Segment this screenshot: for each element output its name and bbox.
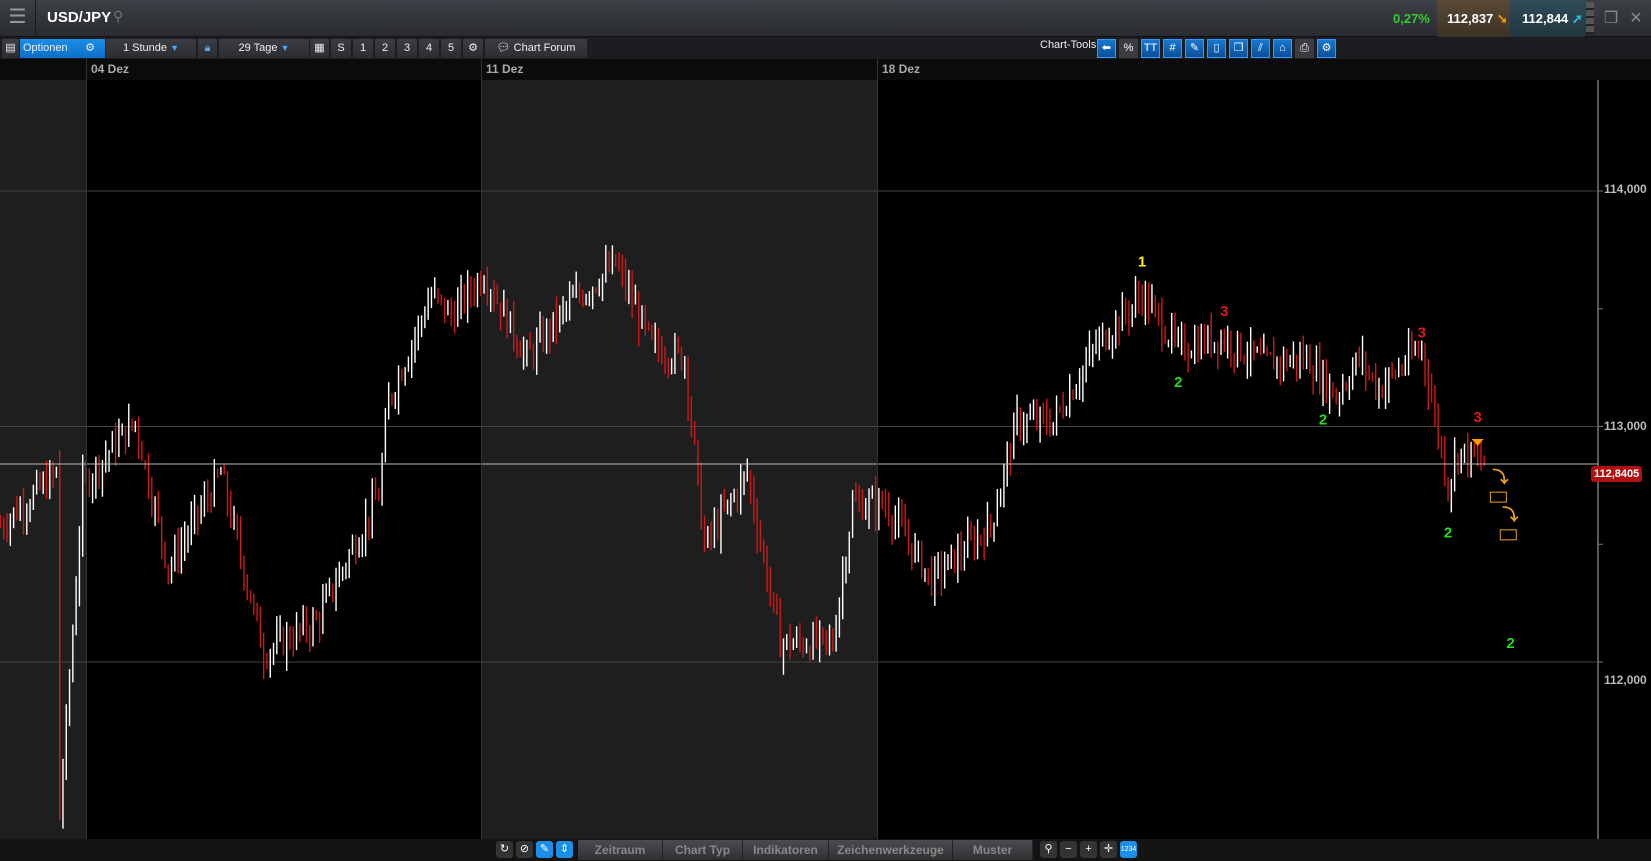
target-box	[1489, 491, 1507, 503]
quick-range-4[interactable]: 4	[419, 39, 439, 58]
range-select[interactable]: 29 Tage ▼	[219, 39, 309, 58]
week-shade	[481, 80, 877, 839]
grid-edit-icon[interactable]: ✎	[1185, 39, 1204, 58]
week-separator	[481, 59, 482, 839]
target-box	[1499, 529, 1517, 541]
signal-triangle-icon	[1471, 438, 1484, 446]
date-label: 18 Dez	[882, 62, 921, 76]
trendline-icon[interactable]: ⫽	[1251, 39, 1270, 58]
tab-chart-typ[interactable]: Chart Typ	[663, 840, 743, 860]
curved-arrow-icon: ⤵	[1492, 467, 1509, 486]
scroll-arrows-icon[interactable]: ⇕	[556, 841, 573, 858]
top-bar: ☰ USD/JPY ⚲ 0,27% 112,837 ➘ 112,844 ➚ ❐ …	[0, 0, 1651, 37]
chart-forum-button[interactable]: 💬︎ Chart Forum	[485, 39, 587, 58]
date-label: 11 Dez	[486, 62, 524, 76]
ask-price: 112,844	[1522, 11, 1569, 26]
chart-tools-label: Chart-Tools	[1040, 39, 1097, 51]
bottom-bar: ↻ ⊘ ✎ ⇕ Zeitraum Chart Typ Indikatoren Z…	[0, 839, 1651, 861]
wave-label: 1	[1138, 254, 1146, 271]
price-change: 0,27%	[1393, 11, 1430, 26]
windows-icon[interactable]: ❐	[1229, 39, 1248, 58]
sell-price-button[interactable]: 112,837 ➘	[1437, 0, 1510, 37]
price-chart[interactable]: ⤵ ⤵ 1 3 3 3 2 2 2 2	[0, 80, 1651, 839]
numbers-icon[interactable]: 1234	[1120, 841, 1137, 858]
quick-range-s[interactable]: S	[331, 39, 351, 58]
print-icon[interactable]: ⎙	[1295, 39, 1314, 58]
date-label: 04 Dez	[91, 62, 130, 76]
hamburger-icon[interactable]: ☰	[0, 0, 36, 37]
weekend-shade	[0, 80, 86, 839]
tab-muster[interactable]: Muster	[953, 840, 1033, 860]
list-icon[interactable]: ▤	[2, 39, 19, 58]
gear-icon: ⚙	[85, 42, 95, 54]
quick-range-3[interactable]: 3	[397, 39, 417, 58]
settings-edit-icon[interactable]: ⚙	[1317, 39, 1336, 58]
y-axis-label: 114,000	[1604, 182, 1647, 196]
lock-icon[interactable]: 🔒︎	[198, 39, 217, 58]
wave-label: 2	[1174, 374, 1182, 391]
refresh-icon[interactable]: ↻	[496, 841, 513, 858]
text-tool-button[interactable]: TT	[1141, 39, 1160, 58]
wave-label: 3	[1220, 303, 1228, 320]
chart-toolbar: ▤ Optionen ⚙ 1 Stunde ▼ 🔒︎ 29 Tage ▼ ▦ S …	[0, 37, 1651, 59]
options-label: Optionen	[23, 42, 68, 54]
arrow-up-icon: ➚	[1571, 11, 1583, 26]
quick-range-1[interactable]: 1	[353, 39, 373, 58]
zoom-in-icon[interactable]: +	[1080, 841, 1097, 858]
arrow-down-icon: ➘	[1496, 11, 1508, 26]
crosshair-icon[interactable]: ✛	[1100, 841, 1117, 858]
wave-label: 2	[1506, 635, 1514, 652]
pencil-icon[interactable]: ✎	[536, 841, 553, 858]
chart-forum-label: Chart Forum	[513, 42, 576, 54]
zoom-search-icon[interactable]: ⚲	[1040, 841, 1057, 858]
week-separator	[86, 59, 87, 839]
curved-arrow-icon: ⤵	[1502, 505, 1519, 524]
symbol-title[interactable]: USD/JPY	[47, 9, 111, 26]
zoom-out-icon[interactable]: −	[1060, 841, 1077, 858]
search-icon[interactable]: ⚲	[113, 8, 123, 25]
chevron-down-icon: ▼	[280, 43, 290, 53]
buy-price-button[interactable]: 112,844 ➚	[1510, 0, 1585, 37]
close-icon[interactable]: ✕	[1621, 0, 1651, 37]
quick-range-2[interactable]: 2	[375, 39, 395, 58]
y-axis-label: 112,000	[1604, 673, 1647, 687]
gear-icon[interactable]: ⚙	[463, 39, 483, 58]
clear-icon[interactable]: ⊘	[516, 841, 533, 858]
grid-icon[interactable]: #	[1163, 39, 1182, 58]
percent-button[interactable]: %	[1119, 39, 1138, 58]
bid-price: 112,837	[1447, 11, 1494, 26]
week-separator	[877, 59, 878, 839]
tab-zeichenwerkzeuge[interactable]: Zeichenwerkzeuge	[829, 840, 953, 860]
tab-zeitraum[interactable]: Zeitraum	[578, 840, 663, 860]
speech-bubble-icon: 💬︎	[496, 42, 511, 54]
wave-label: 3	[1418, 324, 1426, 341]
interval-select[interactable]: 1 Stunde ▼	[106, 39, 196, 58]
wave-label: 2	[1319, 411, 1327, 428]
back-arrow-icon[interactable]: ⬅	[1097, 39, 1116, 58]
tag-icon[interactable]: ⌂	[1273, 39, 1292, 58]
resize-grip[interactable]	[1586, 2, 1594, 34]
options-button[interactable]: Optionen ⚙	[20, 39, 105, 58]
tab-indikatoren[interactable]: Indikatoren	[743, 840, 829, 860]
current-price-tag: 112,8405	[1591, 466, 1643, 482]
interval-value: 1 Stunde	[122, 42, 168, 54]
quick-range-5[interactable]: 5	[441, 39, 461, 58]
chevron-down-icon: ▼	[170, 43, 180, 53]
wave-label: 3	[1473, 409, 1481, 426]
calendar-icon[interactable]: ▦	[310, 39, 329, 58]
range-value: 29 Tage	[238, 42, 278, 54]
wave-label: 2	[1444, 524, 1452, 541]
date-axis: 04 Dez 11 Dez 18 Dez	[0, 59, 1651, 80]
y-axis-label: 113,000	[1604, 419, 1647, 433]
candle-icon[interactable]: ▯	[1207, 39, 1226, 58]
